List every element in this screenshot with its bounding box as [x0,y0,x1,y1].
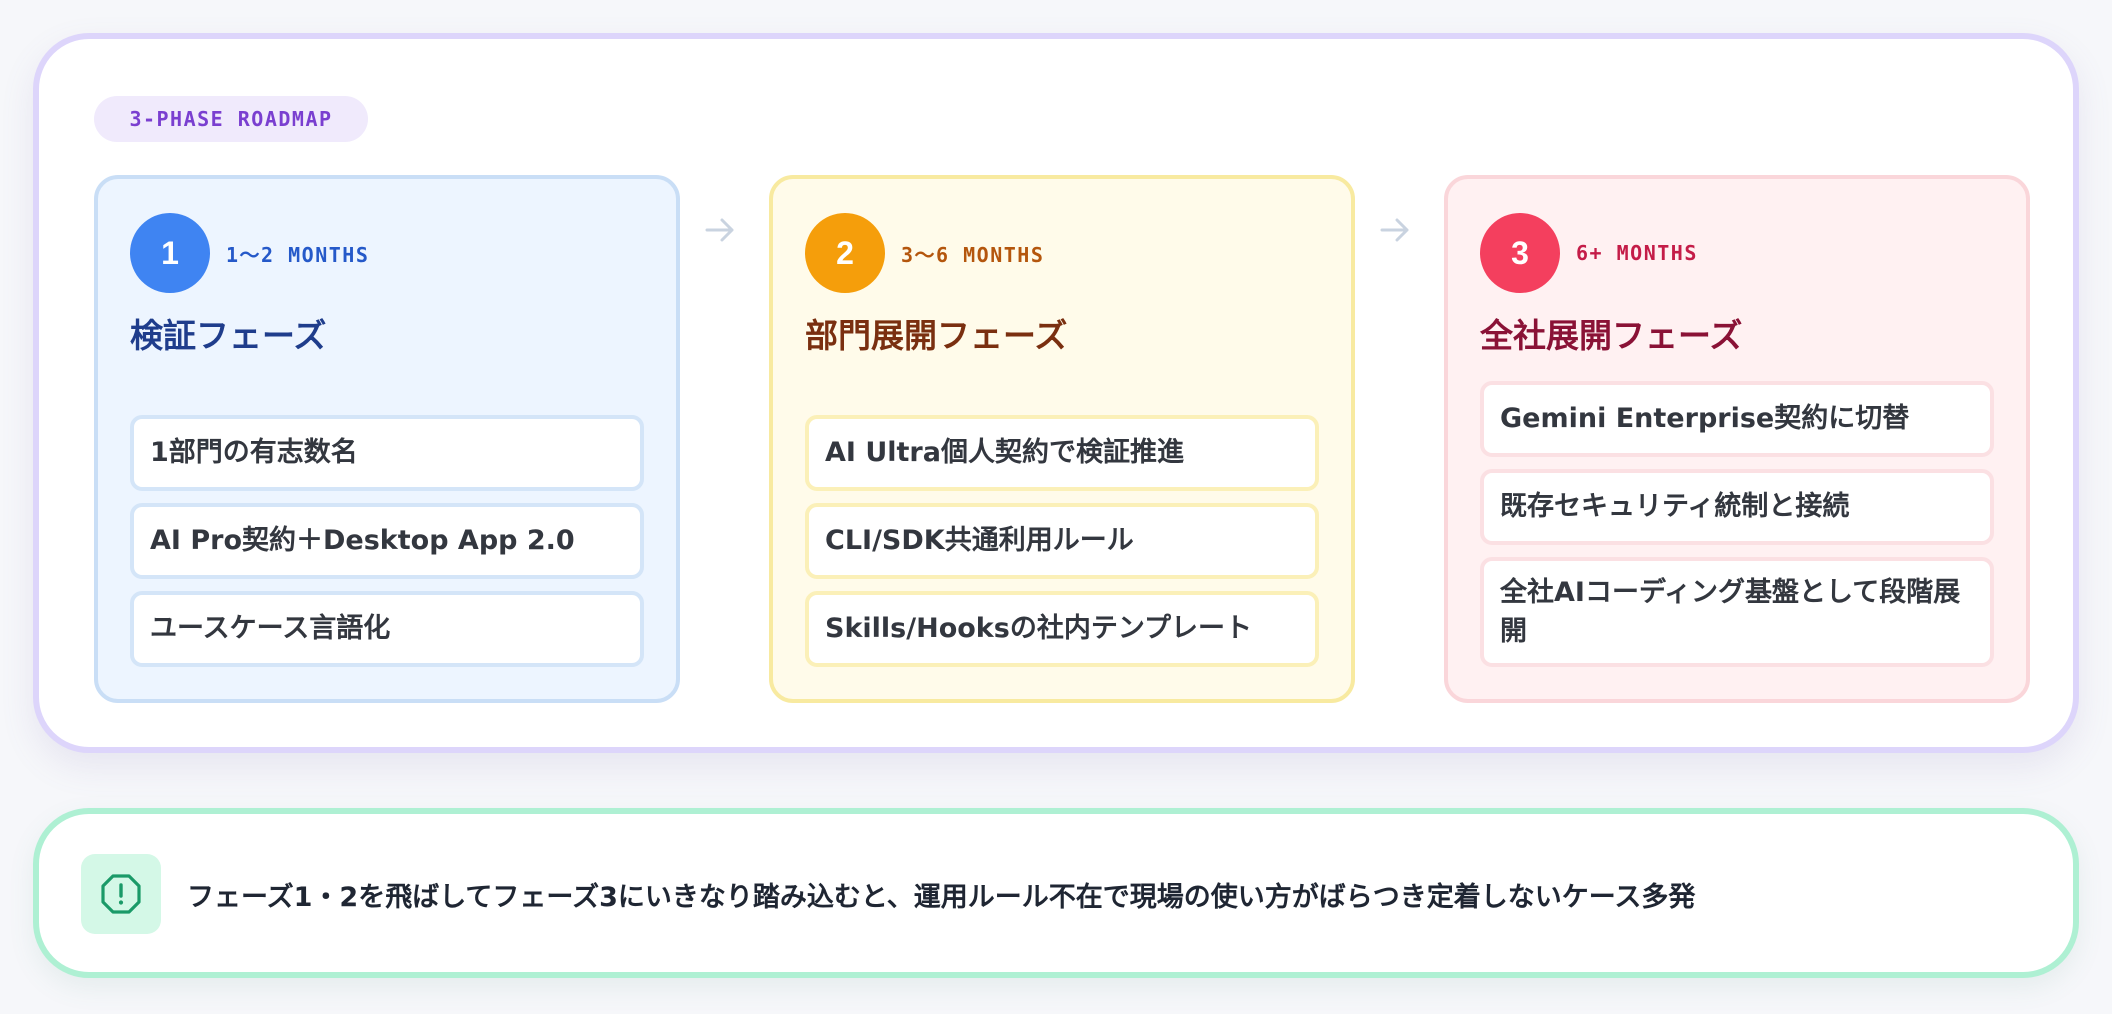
phase-item: Skills/Hooksの社内テンプレート [805,591,1319,667]
phase-item: AI Pro契約＋Desktop App 2.0 [130,503,644,579]
phase-item: CLI/SDK共通利用ルール [805,503,1319,579]
phase-card-3: 3 6+ MONTHS 全社展開フェーズ Gemini Enterprise契約… [1444,175,2030,703]
phase-number-badge: 2 [805,213,885,293]
phase-item-list: AI Ultra個人契約で検証推進 CLI/SDK共通利用ルール Skills/… [805,415,1319,667]
phase-item: AI Ultra個人契約で検証推進 [805,415,1319,491]
warning-callout: フェーズ1・2を飛ばしてフェーズ3にいきなり踏み込むと、運用ルール不在で現場の使… [33,808,2079,978]
arrow-right-icon [705,218,734,242]
phase-number-badge: 1 [130,213,210,293]
phase-item: 1部門の有志数名 [130,415,644,491]
phase-title: 部門展開フェーズ [805,316,1068,355]
warning-text: フェーズ1・2を飛ばしてフェーズ3にいきなり踏み込むと、運用ルール不在で現場の使… [187,881,1696,913]
roadmap-card: 3-PHASE ROADMAP 1 1〜2 MONTHS 検証フェーズ 1部門の… [33,33,2079,753]
phase-item: 既存セキュリティ統制と接続 [1480,468,1994,545]
phase-item-list: Gemini Enterprise契約に切替 既存セキュリティ統制と接続 全社A… [1480,380,1994,667]
arrow-right-icon [1380,218,1409,242]
phase-duration: 1〜2 MONTHS [226,242,370,267]
alert-circle-icon [101,874,141,914]
phase-item: 全社AIコーディング基盤として段階展開 [1480,556,1994,667]
phase-number-badge: 3 [1480,213,1560,293]
phase-item-list: 1部門の有志数名 AI Pro契約＋Desktop App 2.0 ユースケース… [130,415,644,667]
phase-title: 全社展開フェーズ [1480,316,1743,355]
phase-item: Gemini Enterprise契約に切替 [1480,380,1994,457]
phase-duration: 6+ MONTHS [1576,241,1698,265]
roadmap-badge: 3-PHASE ROADMAP [94,96,368,142]
phase-title: 検証フェーズ [130,316,327,355]
phase-duration: 3〜6 MONTHS [901,242,1045,267]
warning-icon-box [81,854,161,934]
phase-card-1: 1 1〜2 MONTHS 検証フェーズ 1部門の有志数名 AI Pro契約＋De… [94,175,680,703]
phase-item: ユースケース言語化 [130,591,644,667]
phase-card-2: 2 3〜6 MONTHS 部門展開フェーズ AI Ultra個人契約で検証推進 … [769,175,1355,703]
